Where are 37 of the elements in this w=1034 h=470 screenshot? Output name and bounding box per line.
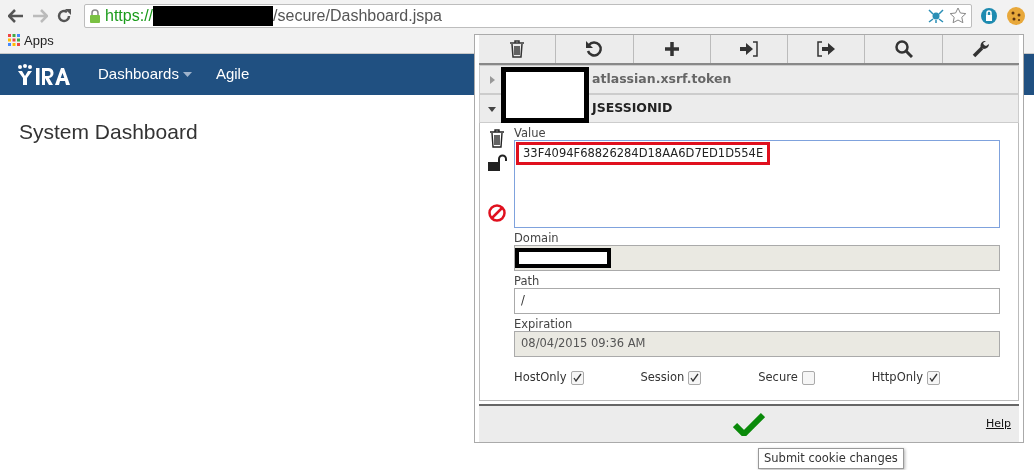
input-field: 08/04/2015 09:36 AM xyxy=(514,331,1000,357)
help-link[interactable]: Help xyxy=(985,415,1011,433)
input-field[interactable]: 33F4094F68826284D18AA6D7ED1D554E xyxy=(514,140,1000,228)
checkbox-label: HostOnly xyxy=(514,369,567,386)
checkbox[interactable] xyxy=(927,370,940,385)
field-label: Expiration xyxy=(514,317,574,331)
star-icon[interactable] xyxy=(949,7,967,24)
url-scheme: https:// xyxy=(105,5,154,26)
nav-link[interactable]: Dashboards xyxy=(98,63,192,86)
password-manager-icon[interactable] xyxy=(980,6,998,25)
block-icon[interactable] xyxy=(488,204,506,222)
url-path: /secure/Dashboard.jspa xyxy=(273,5,442,26)
checkbox-label: HttpOnly xyxy=(871,369,923,386)
field-label: Value xyxy=(514,126,547,140)
bookmark-link[interactable]: Apps xyxy=(24,32,54,48)
checkbox[interactable] xyxy=(570,370,584,385)
field-label: Path xyxy=(514,274,541,288)
apps-icon[interactable] xyxy=(8,33,20,46)
checkbox-label: Secure xyxy=(758,369,798,386)
expand-icon[interactable] xyxy=(488,104,496,113)
back-icon[interactable] xyxy=(8,8,24,23)
network-icon[interactable] xyxy=(927,7,945,24)
tooltip: Submit cookie changes xyxy=(758,448,904,470)
unlock-icon[interactable] xyxy=(487,154,507,172)
checkbox-label: Session xyxy=(640,369,685,386)
reload-icon[interactable] xyxy=(56,7,72,24)
nav-link[interactable]: Agile xyxy=(215,63,250,86)
field-label: Domain xyxy=(514,231,560,245)
page-title: System Dashboard xyxy=(19,119,198,145)
delete-icon[interactable] xyxy=(489,129,505,148)
address-bar[interactable]: https:// /secure/Dashboard.jspa xyxy=(84,3,972,28)
checkbox[interactable] xyxy=(688,370,702,385)
input-field[interactable]: / xyxy=(514,288,1000,314)
checkbox[interactable] xyxy=(801,370,815,385)
cookie-icon[interactable] xyxy=(1006,5,1026,26)
lock-icon xyxy=(89,8,101,23)
submit-button[interactable] xyxy=(733,411,765,437)
